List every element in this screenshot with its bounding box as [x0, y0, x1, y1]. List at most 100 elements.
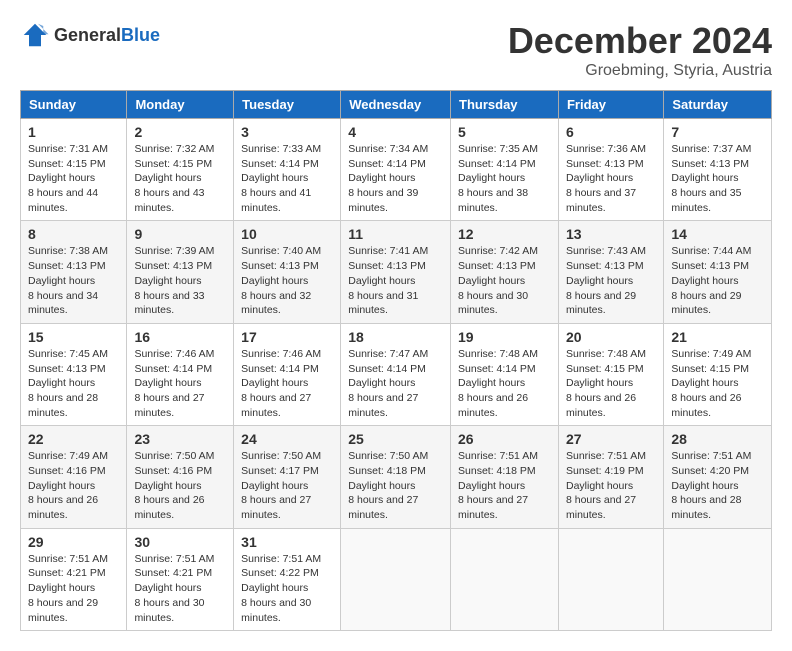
- day-info: Sunrise: 7:32 AM Sunset: 4:15 PM Dayligh…: [134, 142, 226, 215]
- calendar-cell-21: 21 Sunrise: 7:49 AM Sunset: 4:15 PM Dayl…: [664, 323, 772, 425]
- calendar-cell-26: 26 Sunrise: 7:51 AM Sunset: 4:18 PM Dayl…: [451, 426, 559, 528]
- calendar-cell-7: 7 Sunrise: 7:37 AM Sunset: 4:13 PM Dayli…: [664, 119, 772, 221]
- day-info: Sunrise: 7:51 AM Sunset: 4:19 PM Dayligh…: [566, 449, 656, 522]
- calendar-header-thursday: Thursday: [451, 91, 559, 119]
- logo-blue-text: Blue: [121, 25, 160, 46]
- calendar-cell-6: 6 Sunrise: 7:36 AM Sunset: 4:13 PM Dayli…: [558, 119, 663, 221]
- calendar-cell-3: 3 Sunrise: 7:33 AM Sunset: 4:14 PM Dayli…: [234, 119, 341, 221]
- location-subtitle: Groebming, Styria, Austria: [508, 62, 772, 80]
- calendar-cell-29: 29 Sunrise: 7:51 AM Sunset: 4:21 PM Dayl…: [21, 528, 127, 630]
- day-info: Sunrise: 7:51 AM Sunset: 4:20 PM Dayligh…: [671, 449, 764, 522]
- calendar-cell-22: 22 Sunrise: 7:49 AM Sunset: 4:16 PM Dayl…: [21, 426, 127, 528]
- day-number: 14: [671, 226, 764, 242]
- day-number: 23: [134, 431, 226, 447]
- day-info: Sunrise: 7:31 AM Sunset: 4:15 PM Dayligh…: [28, 142, 119, 215]
- calendar-cell-4: 4 Sunrise: 7:34 AM Sunset: 4:14 PM Dayli…: [341, 119, 451, 221]
- calendar-cell-23: 23 Sunrise: 7:50 AM Sunset: 4:16 PM Dayl…: [127, 426, 234, 528]
- day-info: Sunrise: 7:51 AM Sunset: 4:22 PM Dayligh…: [241, 552, 333, 625]
- day-info: Sunrise: 7:44 AM Sunset: 4:13 PM Dayligh…: [671, 244, 764, 317]
- day-number: 8: [28, 226, 119, 242]
- day-number: 27: [566, 431, 656, 447]
- calendar-week-row-5: 29 Sunrise: 7:51 AM Sunset: 4:21 PM Dayl…: [21, 528, 772, 630]
- day-info: Sunrise: 7:47 AM Sunset: 4:14 PM Dayligh…: [348, 347, 443, 420]
- day-number: 25: [348, 431, 443, 447]
- day-number: 26: [458, 431, 551, 447]
- calendar-cell-20: 20 Sunrise: 7:48 AM Sunset: 4:15 PM Dayl…: [558, 323, 663, 425]
- day-info: Sunrise: 7:36 AM Sunset: 4:13 PM Dayligh…: [566, 142, 656, 215]
- calendar-header-sunday: Sunday: [21, 91, 127, 119]
- day-number: 16: [134, 329, 226, 345]
- calendar-cell-empty: [341, 528, 451, 630]
- page-header: General Blue December 2024 Groebming, St…: [20, 20, 772, 80]
- day-number: 10: [241, 226, 333, 242]
- calendar-cell-25: 25 Sunrise: 7:50 AM Sunset: 4:18 PM Dayl…: [341, 426, 451, 528]
- calendar-cell-16: 16 Sunrise: 7:46 AM Sunset: 4:14 PM Dayl…: [127, 323, 234, 425]
- day-info: Sunrise: 7:35 AM Sunset: 4:14 PM Dayligh…: [458, 142, 551, 215]
- day-number: 2: [134, 124, 226, 140]
- logo: General Blue: [20, 20, 160, 50]
- calendar-cell-31: 31 Sunrise: 7:51 AM Sunset: 4:22 PM Dayl…: [234, 528, 341, 630]
- day-info: Sunrise: 7:50 AM Sunset: 4:16 PM Dayligh…: [134, 449, 226, 522]
- calendar-header-tuesday: Tuesday: [234, 91, 341, 119]
- calendar-header-wednesday: Wednesday: [341, 91, 451, 119]
- calendar-cell-empty: [664, 528, 772, 630]
- calendar-cell-15: 15 Sunrise: 7:45 AM Sunset: 4:13 PM Dayl…: [21, 323, 127, 425]
- calendar-cell-12: 12 Sunrise: 7:42 AM Sunset: 4:13 PM Dayl…: [451, 221, 559, 323]
- day-number: 20: [566, 329, 656, 345]
- calendar-cell-17: 17 Sunrise: 7:46 AM Sunset: 4:14 PM Dayl…: [234, 323, 341, 425]
- day-number: 4: [348, 124, 443, 140]
- day-number: 30: [134, 534, 226, 550]
- calendar-cell-13: 13 Sunrise: 7:43 AM Sunset: 4:13 PM Dayl…: [558, 221, 663, 323]
- calendar-cell-9: 9 Sunrise: 7:39 AM Sunset: 4:13 PM Dayli…: [127, 221, 234, 323]
- day-info: Sunrise: 7:50 AM Sunset: 4:17 PM Dayligh…: [241, 449, 333, 522]
- calendar-cell-11: 11 Sunrise: 7:41 AM Sunset: 4:13 PM Dayl…: [341, 221, 451, 323]
- calendar-cell-24: 24 Sunrise: 7:50 AM Sunset: 4:17 PM Dayl…: [234, 426, 341, 528]
- calendar-cell-8: 8 Sunrise: 7:38 AM Sunset: 4:13 PM Dayli…: [21, 221, 127, 323]
- calendar-header-friday: Friday: [558, 91, 663, 119]
- calendar-cell-1: 1 Sunrise: 7:31 AM Sunset: 4:15 PM Dayli…: [21, 119, 127, 221]
- day-info: Sunrise: 7:41 AM Sunset: 4:13 PM Dayligh…: [348, 244, 443, 317]
- day-info: Sunrise: 7:34 AM Sunset: 4:14 PM Dayligh…: [348, 142, 443, 215]
- calendar-week-row-3: 15 Sunrise: 7:45 AM Sunset: 4:13 PM Dayl…: [21, 323, 772, 425]
- day-number: 28: [671, 431, 764, 447]
- day-info: Sunrise: 7:50 AM Sunset: 4:18 PM Dayligh…: [348, 449, 443, 522]
- calendar-cell-28: 28 Sunrise: 7:51 AM Sunset: 4:20 PM Dayl…: [664, 426, 772, 528]
- day-info: Sunrise: 7:49 AM Sunset: 4:16 PM Dayligh…: [28, 449, 119, 522]
- day-number: 29: [28, 534, 119, 550]
- calendar-table: SundayMondayTuesdayWednesdayThursdayFrid…: [20, 90, 772, 631]
- calendar-header-monday: Monday: [127, 91, 234, 119]
- calendar-cell-5: 5 Sunrise: 7:35 AM Sunset: 4:14 PM Dayli…: [451, 119, 559, 221]
- calendar-week-row-4: 22 Sunrise: 7:49 AM Sunset: 4:16 PM Dayl…: [21, 426, 772, 528]
- calendar-cell-14: 14 Sunrise: 7:44 AM Sunset: 4:13 PM Dayl…: [664, 221, 772, 323]
- day-info: Sunrise: 7:38 AM Sunset: 4:13 PM Dayligh…: [28, 244, 119, 317]
- day-number: 12: [458, 226, 551, 242]
- day-number: 24: [241, 431, 333, 447]
- logo-icon: [20, 20, 50, 50]
- day-info: Sunrise: 7:42 AM Sunset: 4:13 PM Dayligh…: [458, 244, 551, 317]
- day-number: 18: [348, 329, 443, 345]
- day-info: Sunrise: 7:46 AM Sunset: 4:14 PM Dayligh…: [134, 347, 226, 420]
- day-info: Sunrise: 7:39 AM Sunset: 4:13 PM Dayligh…: [134, 244, 226, 317]
- month-year-title: December 2024: [508, 20, 772, 62]
- calendar-cell-2: 2 Sunrise: 7:32 AM Sunset: 4:15 PM Dayli…: [127, 119, 234, 221]
- day-info: Sunrise: 7:49 AM Sunset: 4:15 PM Dayligh…: [671, 347, 764, 420]
- day-number: 31: [241, 534, 333, 550]
- day-info: Sunrise: 7:45 AM Sunset: 4:13 PM Dayligh…: [28, 347, 119, 420]
- calendar-cell-10: 10 Sunrise: 7:40 AM Sunset: 4:13 PM Dayl…: [234, 221, 341, 323]
- day-number: 13: [566, 226, 656, 242]
- calendar-week-row-1: 1 Sunrise: 7:31 AM Sunset: 4:15 PM Dayli…: [21, 119, 772, 221]
- day-info: Sunrise: 7:46 AM Sunset: 4:14 PM Dayligh…: [241, 347, 333, 420]
- calendar-cell-19: 19 Sunrise: 7:48 AM Sunset: 4:14 PM Dayl…: [451, 323, 559, 425]
- calendar-cell-30: 30 Sunrise: 7:51 AM Sunset: 4:21 PM Dayl…: [127, 528, 234, 630]
- calendar-cell-empty: [451, 528, 559, 630]
- day-info: Sunrise: 7:51 AM Sunset: 4:21 PM Dayligh…: [28, 552, 119, 625]
- day-number: 6: [566, 124, 656, 140]
- day-info: Sunrise: 7:40 AM Sunset: 4:13 PM Dayligh…: [241, 244, 333, 317]
- day-number: 17: [241, 329, 333, 345]
- day-number: 3: [241, 124, 333, 140]
- day-number: 15: [28, 329, 119, 345]
- day-number: 9: [134, 226, 226, 242]
- calendar-week-row-2: 8 Sunrise: 7:38 AM Sunset: 4:13 PM Dayli…: [21, 221, 772, 323]
- day-number: 22: [28, 431, 119, 447]
- day-number: 11: [348, 226, 443, 242]
